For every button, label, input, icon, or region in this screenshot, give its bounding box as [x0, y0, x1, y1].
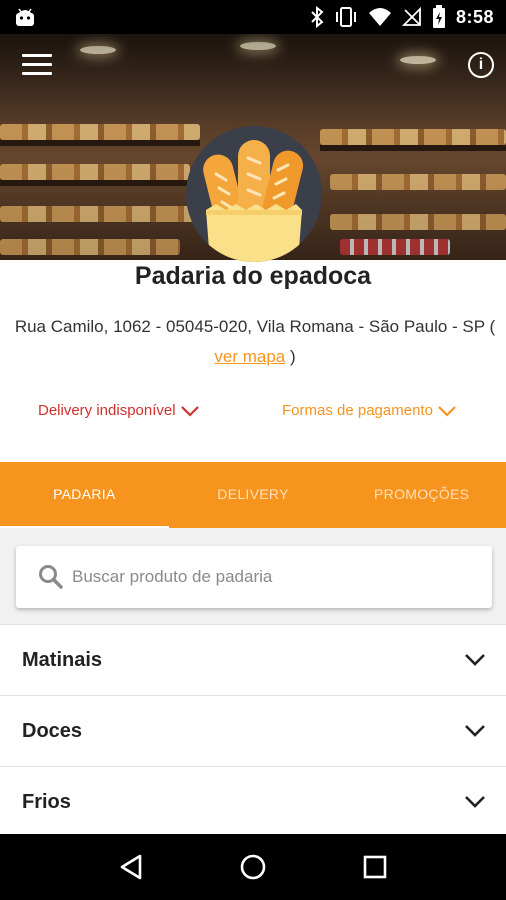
info-icon[interactable]: i: [468, 52, 494, 78]
section-tabs: PADARIA DELIVERY PROMOÇÕES: [0, 462, 506, 530]
chevron-down-icon: [438, 405, 456, 417]
tab-promocoes[interactable]: PROMOÇÕES: [337, 462, 506, 528]
category-item-doces[interactable]: Doces: [0, 695, 506, 766]
category-label: Matinais: [22, 648, 103, 671]
no-signal-icon: [401, 7, 421, 26]
recents-button[interactable]: [355, 847, 395, 887]
view-map-link[interactable]: ver mapa: [214, 347, 285, 366]
hamburger-menu-icon[interactable]: [22, 54, 52, 78]
system-nav-bar: [0, 834, 506, 900]
bluetooth-icon: [311, 6, 324, 28]
address-text: Rua Camilo, 1062 - 05045-020, Vila Roman…: [14, 317, 496, 336]
search-input[interactable]: Buscar produto de padaria: [16, 546, 492, 608]
search-icon: [39, 565, 63, 589]
store-name: Padaria do epadoca: [134, 262, 372, 290]
chevron-down-icon: [465, 796, 485, 808]
home-button[interactable]: [233, 847, 273, 887]
back-button[interactable]: [111, 847, 151, 887]
back-icon: [120, 854, 142, 880]
bread-bag-logo: [186, 126, 322, 262]
vibrate-icon: [335, 7, 356, 27]
android-icon: [16, 8, 34, 26]
chevron-down-icon: [180, 405, 199, 417]
main-content: Buscar produto de padaria Matinais Doces…: [0, 528, 506, 837]
category-item-matinais[interactable]: Matinais: [0, 624, 506, 695]
status-time: 8:58: [455, 6, 494, 27]
search-placeholder: Buscar produto de padaria: [72, 567, 273, 586]
category-label: Doces: [22, 719, 83, 742]
wifi-icon: [368, 8, 391, 26]
payment-methods-label: Formas de pagamento: [282, 402, 433, 419]
address-close: ): [285, 347, 296, 366]
category-item-frios[interactable]: Frios: [0, 766, 506, 837]
recents-icon: [363, 855, 387, 879]
delivery-status-dropdown[interactable]: Delivery indisponível: [38, 402, 200, 419]
tab-delivery[interactable]: DELIVERY: [169, 462, 338, 528]
battery-icon: [432, 5, 445, 28]
store-info-row: Delivery indisponível Formas de pagament…: [0, 402, 506, 424]
store-address: Rua Camilo, 1062 - 05045-020, Vila Roman…: [10, 312, 500, 372]
tab-padaria[interactable]: PADARIA: [0, 462, 169, 530]
payment-methods-dropdown[interactable]: Formas de pagamento: [282, 402, 457, 419]
delivery-status-label: Delivery indisponível: [38, 402, 176, 419]
category-list: Matinais Doces Frios: [0, 624, 506, 837]
chevron-down-icon: [465, 725, 485, 737]
status-bar: 8:58: [0, 0, 506, 34]
home-icon: [240, 854, 266, 880]
chevron-down-icon: [465, 654, 485, 666]
category-label: Frios: [22, 790, 71, 813]
